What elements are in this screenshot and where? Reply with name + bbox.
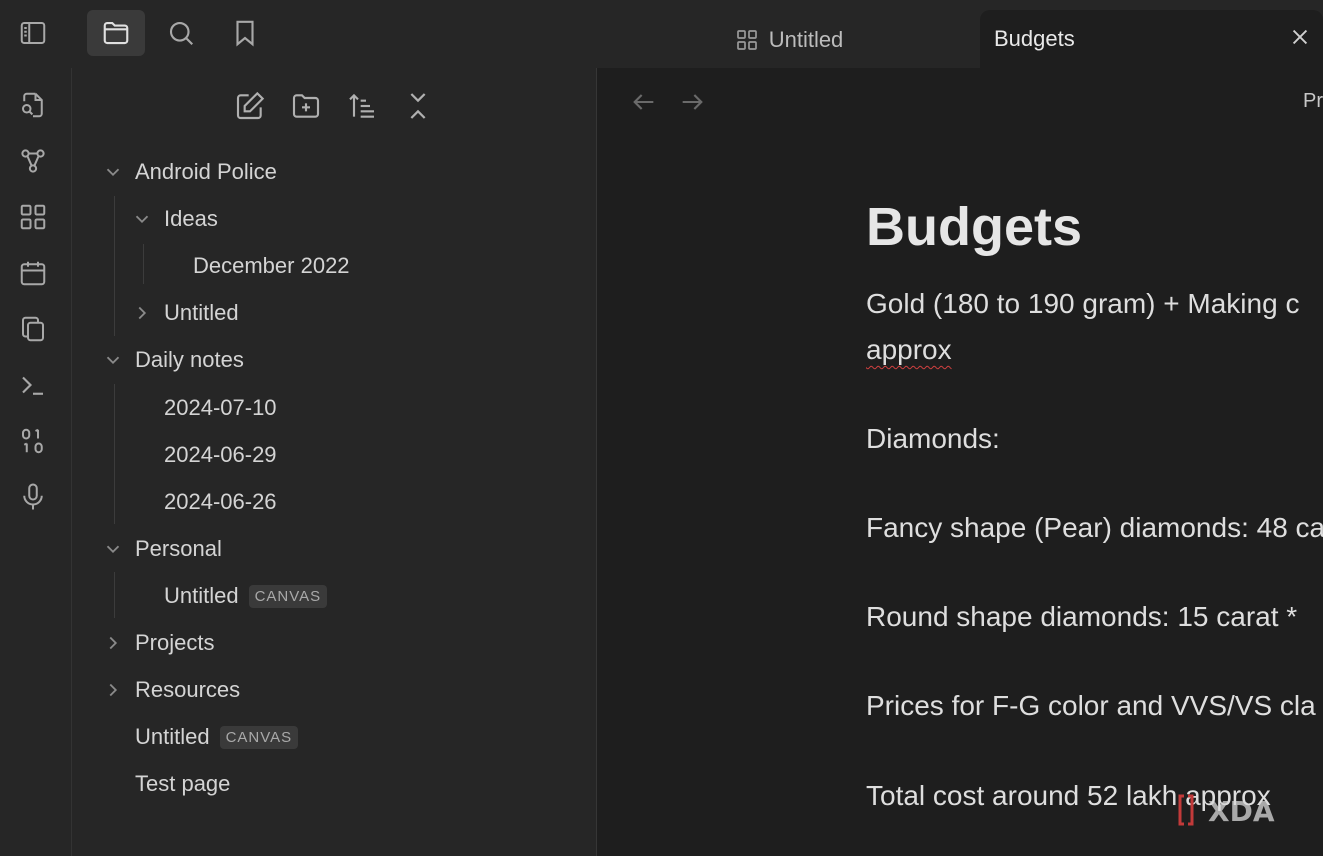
- tree-file-december-2022[interactable]: December 2022: [72, 246, 597, 286]
- indent-guide: [114, 572, 115, 618]
- daily-note-button[interactable]: [16, 256, 50, 290]
- note-line[interactable]: Fancy shape (Pear) diamonds: 48 ca: [866, 512, 1323, 544]
- tab-untitled[interactable]: Untitled: [600, 12, 978, 68]
- tree-label: 2024-06-29: [164, 442, 277, 467]
- tree-label: Resources: [135, 677, 241, 702]
- file-search-icon: [22, 92, 43, 118]
- sidebar-toggle-icon: [20, 22, 46, 44]
- folder-plus-icon: [292, 94, 320, 118]
- edit-icon: [236, 91, 265, 120]
- bookmark-icon: [236, 20, 254, 47]
- layout-grid-icon: [20, 204, 46, 230]
- note-line[interactable]: approx: [866, 334, 952, 366]
- tree-label: 2024-07-10: [164, 395, 277, 420]
- file-explorer: Android Police Ideas December 2022 Untit…: [72, 68, 597, 856]
- note-line[interactable]: Round shape diamonds: 15 carat *: [866, 601, 1297, 633]
- canvas-icon: [736, 30, 757, 50]
- new-note-button[interactable]: [230, 86, 270, 126]
- tree-label: Untitled: [164, 583, 239, 608]
- tree-file-untitled-canvas[interactable]: Untitled CANVAS: [164, 576, 328, 616]
- canvas-badge: CANVAS: [219, 725, 299, 749]
- tree-label: Projects: [135, 630, 215, 655]
- files-view-button[interactable]: [87, 10, 145, 56]
- terminal-icon: [22, 376, 43, 395]
- title-bar: Untitled Budgets: [0, 0, 1323, 68]
- search-view-button[interactable]: [152, 10, 210, 56]
- chevron-down-icon: [106, 545, 120, 554]
- collapse-all-button[interactable]: [398, 86, 438, 126]
- templates-button[interactable]: [16, 312, 50, 346]
- tree-label: Android Police: [135, 159, 277, 184]
- note-title[interactable]: Budgets: [866, 196, 1082, 258]
- calendar-icon: [20, 261, 46, 286]
- xda-watermark-logo: XDA: [1178, 794, 1275, 828]
- command-palette-button[interactable]: [16, 368, 50, 402]
- navigate-back-icon[interactable]: [630, 88, 658, 116]
- chevron-right-icon: [138, 306, 147, 320]
- tree-folder-untitled[interactable]: Untitled: [72, 293, 597, 333]
- tree-folder-resources[interactable]: Resources: [72, 670, 597, 710]
- copy-icon: [22, 316, 44, 342]
- tree-file-2024-06-29[interactable]: 2024-06-29: [72, 435, 597, 475]
- new-folder-button[interactable]: [286, 86, 326, 126]
- audio-recorder-button[interactable]: [16, 480, 50, 514]
- view-header-partial: Pr: [1303, 90, 1323, 112]
- tree-file-2024-07-10[interactable]: 2024-07-10: [72, 388, 597, 428]
- chevron-down-icon: [106, 356, 120, 365]
- collapse-icon: [410, 93, 426, 119]
- chevron-down-icon: [135, 215, 149, 224]
- folder-icon: [103, 21, 129, 45]
- tree-label: December 2022: [193, 253, 350, 278]
- binary-icon: [22, 428, 43, 454]
- note-line[interactable]: Prices for F-G color and VVS/VS cla: [866, 690, 1316, 722]
- microphone-icon: [23, 483, 43, 510]
- tree-label: Daily notes: [135, 347, 244, 372]
- tab-label: Budgets: [994, 26, 1075, 51]
- graph-view-button[interactable]: [16, 144, 50, 178]
- search-icon: [169, 21, 194, 46]
- close-icon: [1292, 29, 1308, 45]
- navigate-forward-icon[interactable]: [678, 88, 706, 116]
- close-tab-button[interactable]: [1287, 24, 1313, 50]
- quick-switcher-button[interactable]: [16, 88, 50, 122]
- note-line[interactable]: Diamonds:: [866, 423, 1000, 455]
- tree-file-test-page[interactable]: Test page: [135, 764, 230, 804]
- tab-budgets[interactable]: Budgets: [980, 10, 1323, 68]
- toggle-sidebar-button[interactable]: [4, 10, 62, 56]
- chevron-down-icon: [106, 168, 120, 177]
- sort-button[interactable]: [342, 86, 382, 126]
- graph-icon: [21, 149, 45, 173]
- tree-label: Personal: [135, 536, 222, 561]
- tree-label: 2024-06-26: [164, 489, 277, 514]
- editor-pane: Pr Budgets Gold (180 to 190 gram) + Maki…: [598, 68, 1323, 856]
- tree-folder-personal[interactable]: Personal: [72, 529, 597, 569]
- binary-button[interactable]: [16, 424, 50, 458]
- bookmarks-view-button[interactable]: [216, 10, 274, 56]
- note-line[interactable]: Gold (180 to 190 gram) + Making c: [866, 288, 1299, 320]
- tree-folder-ideas[interactable]: Ideas: [72, 199, 597, 239]
- chevron-right-icon: [109, 636, 118, 650]
- chevron-right-icon: [109, 683, 118, 697]
- sort-icon: [349, 93, 374, 118]
- tree-file-2024-06-26[interactable]: 2024-06-26: [72, 482, 597, 522]
- tree-label: Untitled: [164, 300, 239, 325]
- tree-folder-android-police[interactable]: Android Police: [72, 152, 597, 192]
- canvas-button[interactable]: [16, 200, 50, 234]
- tab-label: Untitled: [768, 27, 844, 52]
- tree-label: Ideas: [164, 206, 218, 231]
- tree-label: Test page: [135, 771, 231, 796]
- canvas-badge: CANVAS: [248, 584, 328, 608]
- watermark-text: XDA: [1208, 795, 1275, 828]
- tree-file-untitled-canvas[interactable]: Untitled CANVAS: [135, 717, 299, 757]
- tree-folder-projects[interactable]: Projects: [72, 623, 597, 663]
- ribbon: [0, 68, 72, 856]
- tree-folder-daily-notes[interactable]: Daily notes: [72, 340, 597, 380]
- tree-label: Untitled: [135, 724, 210, 749]
